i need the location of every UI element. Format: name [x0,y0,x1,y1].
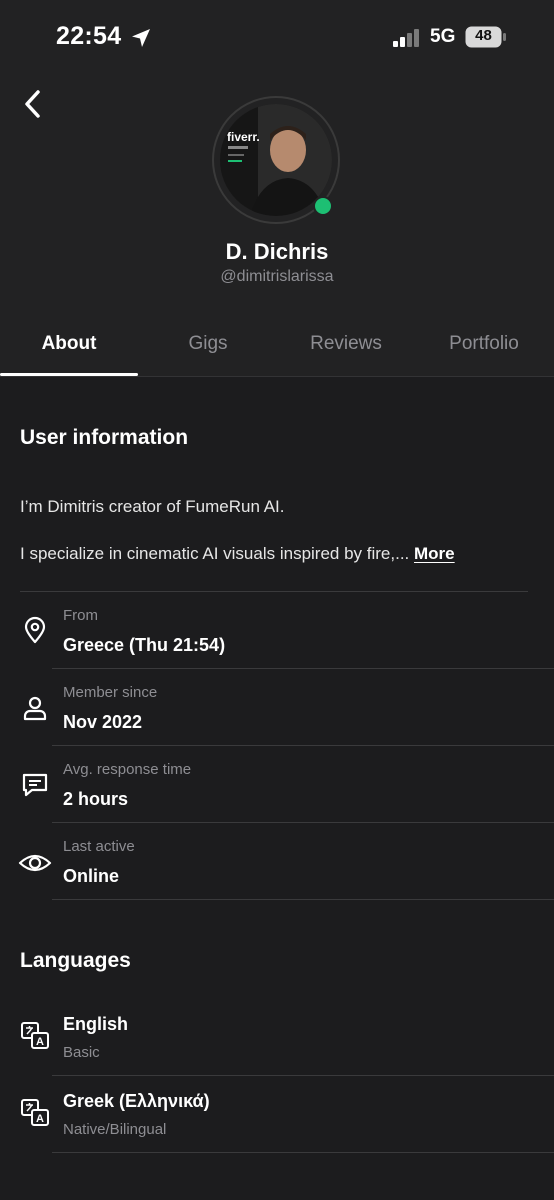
bio-divider [20,591,528,592]
language-name-greek: Greek (Ελληνικά) [63,1091,210,1111]
fiverr-logo: fiverr. [227,130,260,144]
signal-strength-icon [393,28,421,48]
tab-portfolio[interactable]: Portfolio [415,333,553,355]
language-divider [52,1075,554,1076]
language-level-english: Basic [63,1044,100,1061]
bio-intro: I’m Dimitris creator of FumeRun AI. [20,497,285,516]
battery-level: 48 [475,27,492,44]
location-pin-icon [20,615,50,645]
bio-specialty: I specialize in cinematic AI visuals ins… [20,544,455,564]
detail-divider [52,899,554,900]
detail-value-response-time: 2 hours [63,789,129,809]
tab-reviews[interactable]: Reviews [277,333,415,355]
person-icon [20,693,50,723]
language-level-greek: Native/Bilingual [63,1121,167,1138]
language-divider [52,1152,554,1153]
more-link[interactable]: More [414,544,455,563]
battery-icon: 48 [465,26,507,48]
tab-gigs[interactable]: Gigs [139,333,277,355]
location-arrow-icon [130,27,152,49]
tab-about[interactable]: About [0,333,138,355]
detail-label-response-time: Avg. response time [63,761,192,778]
detail-label-last-active: Last active [63,838,135,855]
online-status-dot [313,196,333,216]
bio-specialty-text: I specialize in cinematic AI visuals ins… [20,544,410,563]
active-tab-indicator [0,373,138,376]
chat-bubble-icon [20,770,50,800]
user-information-heading: User information [20,426,189,449]
profile-handle: @dimitrislarissa [220,268,334,285]
detail-label-member-since: Member since [63,684,158,701]
detail-label-from: From [63,607,98,624]
detail-divider [52,822,554,823]
detail-value-last-active: Online [63,866,120,886]
profile-name: D. Dichris [225,239,329,264]
svg-text:A: A [36,1036,44,1048]
languages-heading: Languages [20,949,131,972]
chevron-left-icon [25,90,40,118]
detail-divider [52,668,554,669]
language-name-english: English [63,1014,129,1034]
detail-value-from: Greece (Thu 21:54) [63,635,226,655]
detail-value-member-since: Nov 2022 [63,712,143,732]
back-button[interactable] [18,88,50,120]
detail-divider [52,745,554,746]
translate-icon: A [20,1097,50,1127]
translate-icon: A [20,1020,50,1050]
tab-bar-divider [0,376,554,377]
network-type: 5G [430,26,456,47]
eye-icon [18,848,52,878]
svg-text:A: A [36,1113,44,1125]
status-time: 22:54 [56,22,122,50]
